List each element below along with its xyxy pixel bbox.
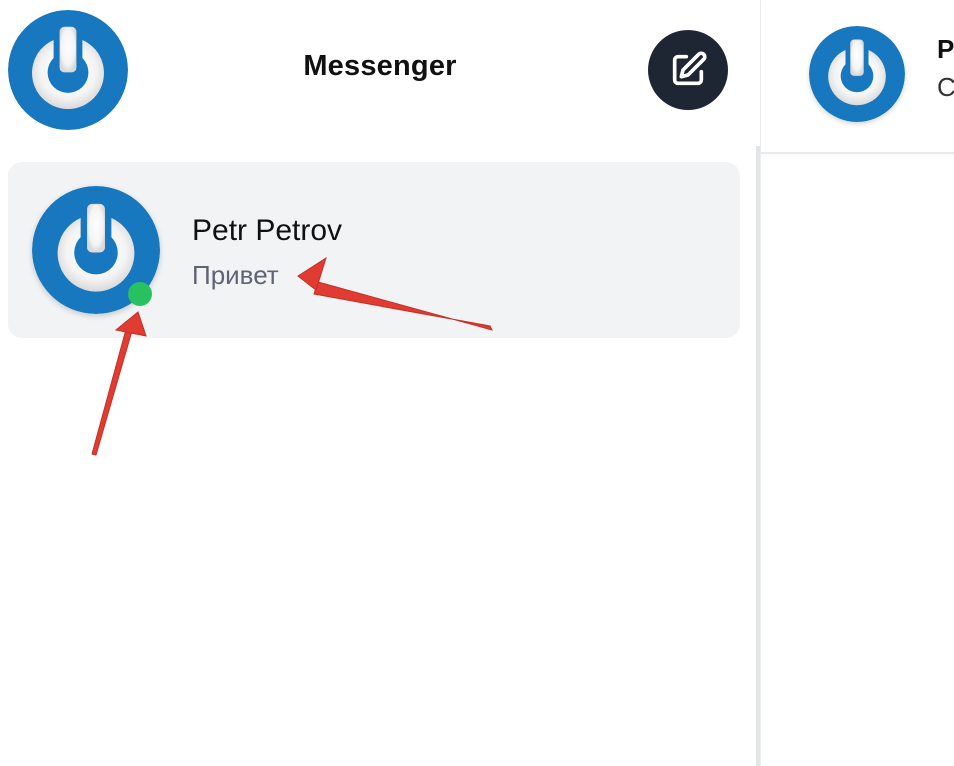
conversation-last-message: Привет [192, 260, 279, 290]
chat-header: Pe C [761, 0, 954, 154]
edit-icon [672, 51, 707, 86]
chat-contact-name: Pe [937, 34, 954, 64]
power-logo-icon [8, 10, 128, 130]
current-user-avatar[interactable] [8, 10, 128, 130]
chat-pane: Pe C [760, 0, 954, 766]
chat-contact-avatar[interactable] [809, 26, 905, 122]
conversation-item[interactable]: Petr Petrov Привет [8, 162, 740, 338]
chat-contact-status: C [937, 72, 954, 102]
app-title: Messenger [303, 50, 457, 82]
power-logo-icon [809, 26, 905, 122]
conversation-name: Petr Petrov [192, 214, 343, 247]
messenger-app: Messenger Petr Petrov Привет P C [0, 0, 954, 766]
sidebar-header: Messenger [0, 0, 756, 140]
sidebar: Messenger Petr Petrov Привет [0, 0, 756, 766]
online-status-indicator [128, 282, 152, 306]
compose-button[interactable] [648, 30, 728, 110]
conversation-avatar-wrapper [32, 186, 160, 314]
